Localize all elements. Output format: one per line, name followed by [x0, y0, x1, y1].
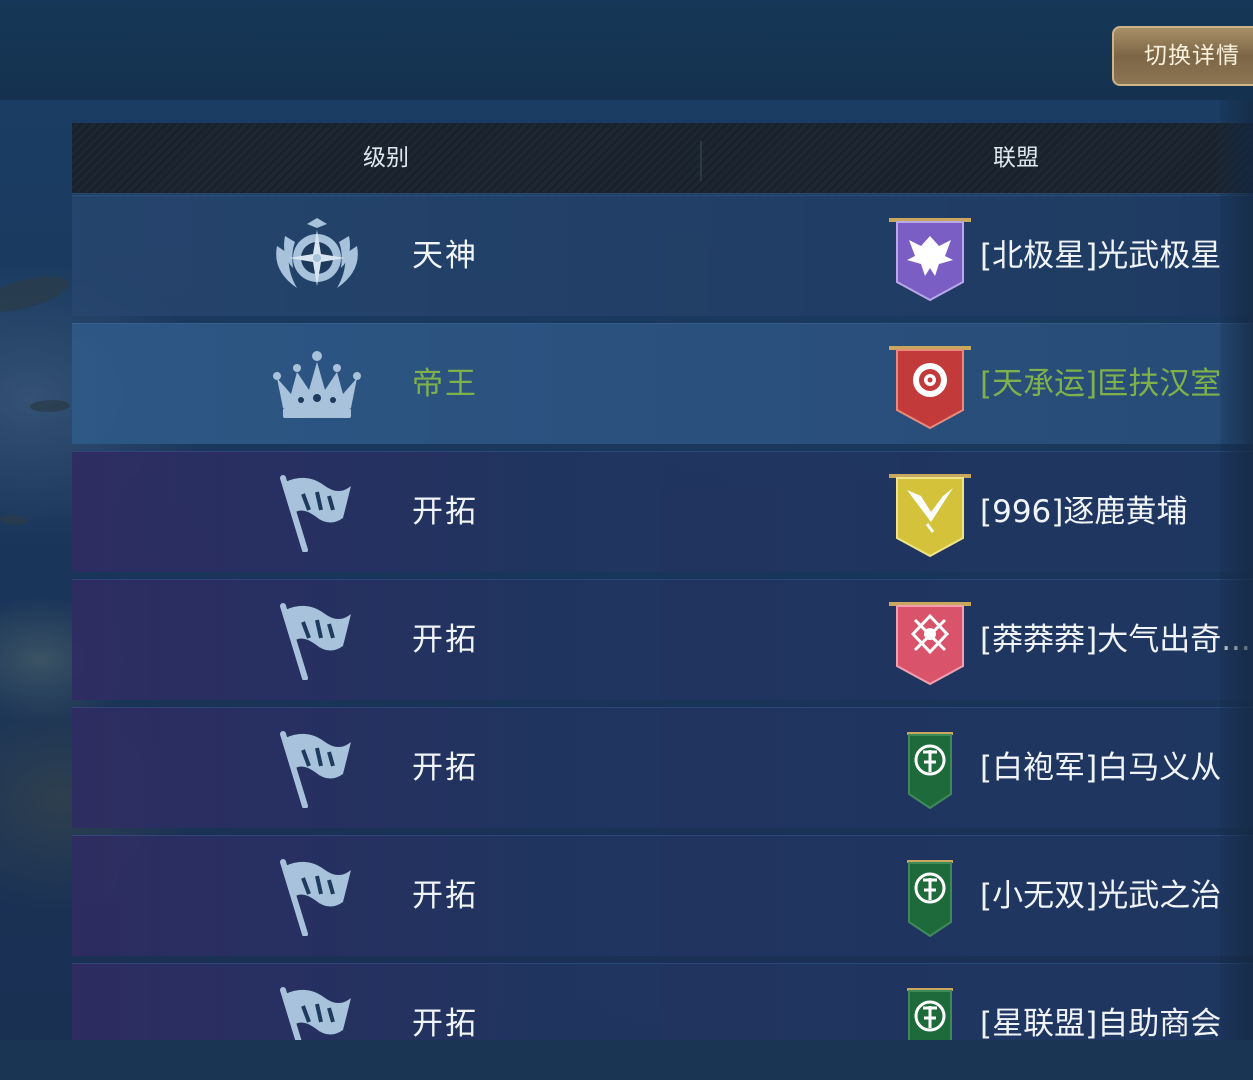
table-row[interactable]: 开拓 [莽莽莽]大气出奇...	[72, 579, 1253, 700]
level-name: 天神	[412, 238, 478, 274]
level-name: 开拓	[412, 750, 478, 786]
flag-icon	[280, 475, 351, 552]
table-row[interactable]: 开拓 [小无双]光武之治	[72, 835, 1253, 956]
shield-wreath-banner-icon	[907, 988, 953, 1040]
airplane-decoration	[29, 398, 71, 414]
level-name: 开拓	[412, 622, 478, 658]
alliance-name: [天承运]匡扶汉室	[980, 366, 1222, 402]
alliance-name: [莽莽莽]大气出奇...	[980, 622, 1251, 658]
alliance-name: [星联盟]自助商会	[980, 1006, 1222, 1040]
flag-icon	[280, 731, 351, 808]
top-bar	[0, 0, 1253, 100]
crown-icon	[273, 351, 361, 418]
alliance-name: [996]逐鹿黄埔	[980, 494, 1188, 530]
level-name: 开拓	[412, 878, 478, 914]
column-header-level: 级别	[363, 145, 409, 171]
table-header: 级别 联盟	[72, 123, 1253, 194]
level-name: 开拓	[412, 1006, 478, 1040]
airplane-decoration	[0, 266, 73, 322]
table-row[interactable]: 开拓 [996]逐鹿黄埔	[72, 451, 1253, 572]
table-row[interactable]: 帝王 [天承运]匡扶汉室	[72, 323, 1253, 444]
flag-icon	[280, 603, 351, 680]
alliance-name: [小无双]光武之治	[980, 878, 1222, 914]
ranking-table: 级别 联盟 天神 [北极星]光武极星 帝王 [天承运]匡扶汉室 开拓 [996]…	[72, 123, 1253, 1040]
shield-wreath-banner-icon	[907, 860, 953, 938]
alliance-name: [北极星]光武极星	[980, 238, 1222, 274]
table-row[interactable]: 开拓 [星联盟]自助商会	[72, 963, 1253, 1040]
eagle-banner-icon	[889, 218, 971, 302]
rose-banner-icon	[889, 346, 971, 430]
airplane-decoration	[0, 515, 28, 525]
flag-icon	[280, 987, 351, 1040]
level-name: 帝王	[412, 366, 478, 402]
axes-banner-icon	[889, 602, 971, 686]
flag-icon	[280, 859, 351, 936]
column-header-alliance: 联盟	[993, 145, 1039, 171]
bottom-strip	[0, 1040, 1253, 1080]
switch-details-button[interactable]: 切换详情	[1112, 26, 1253, 86]
shield-wreath-banner-icon	[907, 732, 953, 810]
alliance-name: [白袍军]白马义从	[980, 750, 1222, 786]
compass-wreath-icon	[276, 218, 358, 288]
table-row[interactable]: 开拓 [白袍军]白马义从	[72, 707, 1253, 828]
bird-banner-icon	[889, 474, 971, 558]
level-name: 开拓	[412, 494, 478, 530]
table-row[interactable]: 天神 [北极星]光武极星	[72, 195, 1253, 316]
